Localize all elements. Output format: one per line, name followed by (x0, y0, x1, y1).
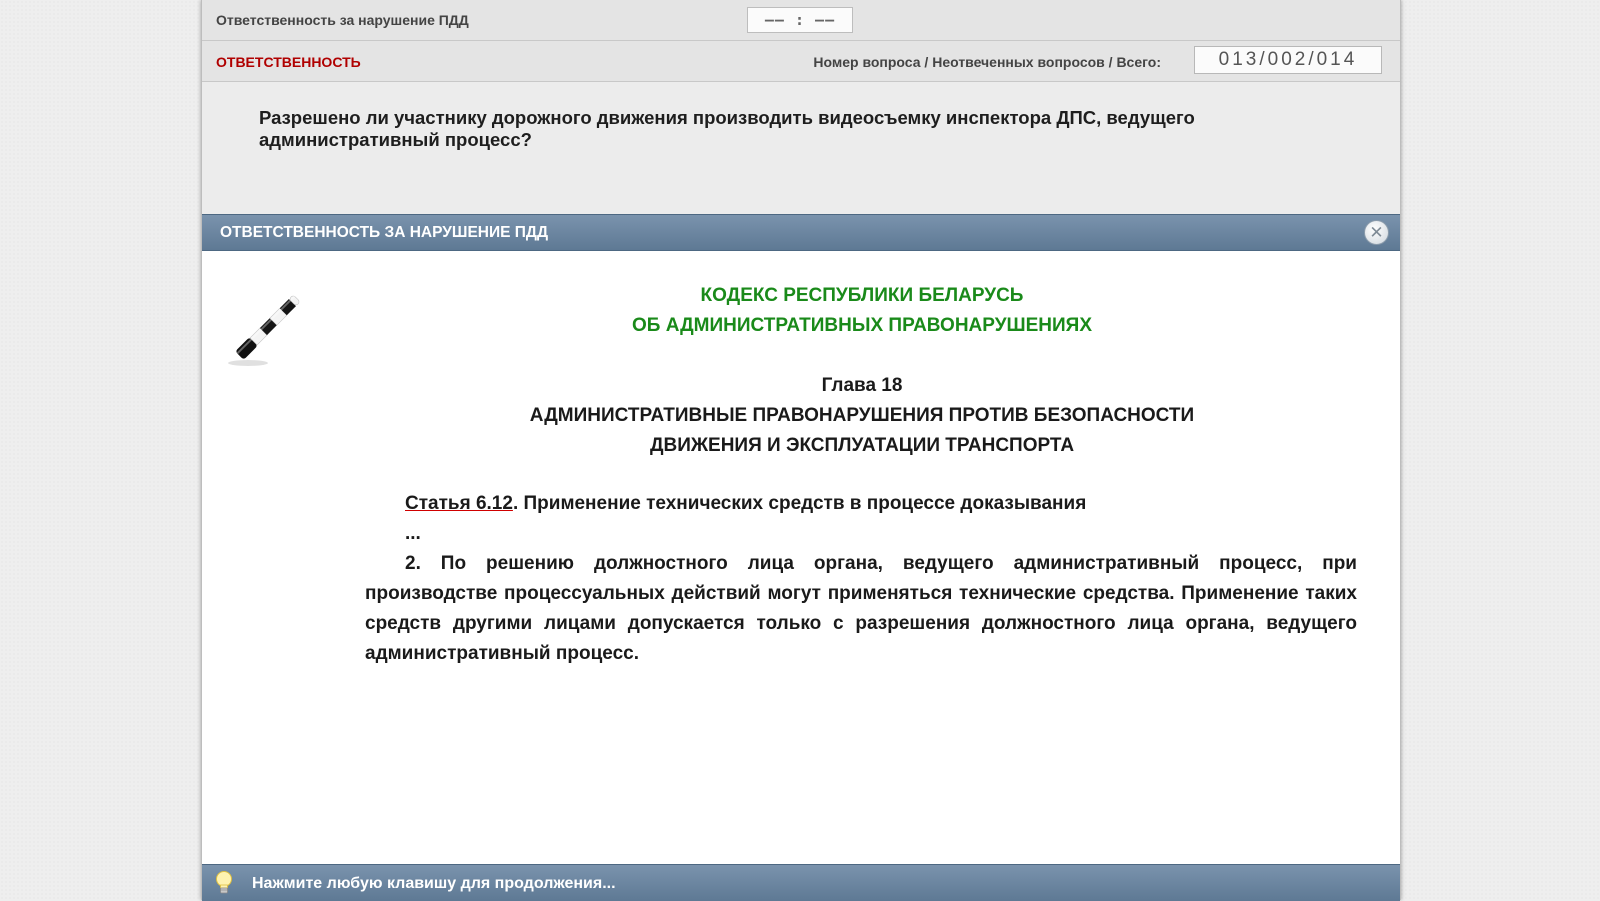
question-line-2: административный процесс? (259, 129, 532, 150)
info-bar: ОТВЕТСТВЕННОСТЬ Номер вопроса / Неотвече… (202, 41, 1400, 82)
category-label: ОТВЕТСТВЕННОСТЬ (216, 54, 361, 70)
article-paragraph: 2. По решению должностного лица органа, … (365, 553, 1357, 664)
footer-bar: Нажмите любую клавишу для продолжения... (202, 864, 1400, 901)
question-text: Разрешено ли участнику дорожного движени… (259, 107, 1259, 151)
question-counter: 013/002/014 (1194, 46, 1382, 74)
explanation-panel-header: ОТВЕТСТВЕННОСТЬ ЗА НАРУШЕНИЕ ПДД ✕ (202, 214, 1400, 251)
article-link[interactable]: Статья 6.12 (405, 493, 513, 514)
article-ellipsis: ... (405, 523, 421, 544)
top-bar: Ответственность за нарушение ПДД —— : —— (202, 0, 1400, 41)
chapter-title-line-2: ДВИЖЕНИЯ И ЭКСПЛУАТАЦИИ ТРАНСПОРТА (649, 435, 1075, 456)
test-title: Ответственность за нарушение ПДД (216, 12, 469, 28)
explanation-panel-body: КОДЕКС РЕСПУБЛИКИ БЕЛАРУСЬ ОБ АДМИНИСТРА… (202, 251, 1400, 864)
continue-hint: Нажмите любую клавишу для продолжения... (252, 875, 616, 892)
traffic-baton-icon (228, 295, 300, 366)
code-title-line-1: КОДЕКС РЕСПУБЛИКИ БЕЛАРУСЬ (700, 285, 1024, 306)
test-window: Ответственность за нарушение ПДД —— : ——… (201, 0, 1401, 901)
lightbulb-icon (216, 871, 232, 894)
question-counter-label: Номер вопроса / Неотвеченных вопросов / … (813, 54, 1161, 70)
question-line-1: Разрешено ли участнику дорожного движени… (259, 107, 1195, 128)
article-heading: Статья 6.12. Применение технических сред… (365, 489, 1357, 519)
chapter-title-line-1: АДМИНИСТРАТИВНЫЕ ПРАВОНАРУШЕНИЯ ПРОТИВ Б… (529, 405, 1195, 426)
explanation-panel-title: ОТВЕТСТВЕННОСТЬ ЗА НАРУШЕНИЕ ПДД (220, 224, 548, 241)
timer-display: —— : —— (747, 7, 853, 33)
chapter-number: Глава 18 (821, 375, 903, 396)
close-icon[interactable]: ✕ (1364, 220, 1389, 245)
chapter-heading: Глава 18 АДМИНИСТРАТИВНЫЕ ПРАВОНАРУШЕНИЯ… (362, 371, 1362, 461)
code-title: КОДЕКС РЕСПУБЛИКИ БЕЛАРУСЬ ОБ АДМИНИСТРА… (362, 281, 1362, 341)
article-title: . Применение технических средств в проце… (512, 493, 1087, 514)
code-title-line-2: ОБ АДМИНИСТРАТИВНЫХ ПРАВОНАРУШЕНИЯХ (632, 315, 1092, 336)
article-text: Статья 6.12. Применение технических сред… (365, 489, 1357, 669)
